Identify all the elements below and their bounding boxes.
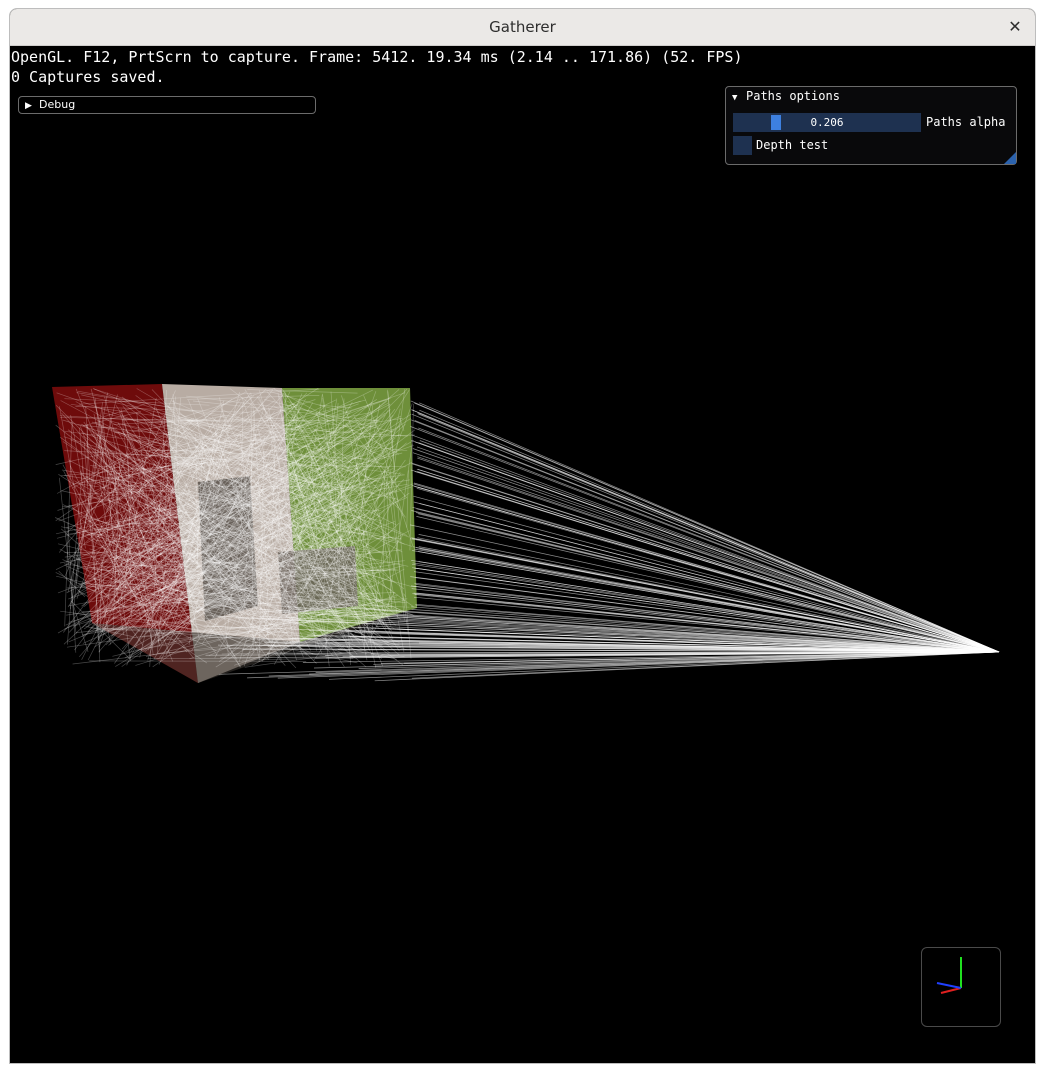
resize-grip[interactable]	[1004, 152, 1016, 164]
light-paths	[54, 387, 1000, 682]
paths-options-header[interactable]: ▼ Paths options	[726, 87, 1016, 106]
depth-test-checkbox[interactable]	[733, 136, 752, 155]
title-bar[interactable]: Gatherer ✕	[10, 9, 1035, 46]
window-title: Gatherer	[489, 18, 556, 36]
hud-captures-info: 0 Captures saved.	[11, 68, 165, 86]
axis-x-line	[940, 987, 962, 994]
axis-gizmo	[921, 947, 1001, 1027]
app-window: Gatherer ✕ OpenGL. F12, PrtScrn to captu…	[9, 8, 1036, 1064]
paths-options-panel: ▼ Paths options 0.206 Paths alpha Depth t…	[725, 86, 1017, 165]
paths-options-title: Paths options	[746, 89, 840, 103]
debug-header[interactable]: ▶ Debug	[18, 96, 316, 114]
hud-frame-info: OpenGL. F12, PrtScrn to capture. Frame: …	[11, 48, 743, 66]
render-viewport[interactable]: OpenGL. F12, PrtScrn to capture. Frame: …	[10, 46, 1035, 1063]
scene-canvas	[52, 384, 1000, 683]
axis-z-line	[936, 982, 962, 989]
triangle-right-icon: ▶	[25, 101, 32, 111]
paths-alpha-label: Paths alpha	[926, 115, 1006, 129]
triangle-down-icon: ▼	[732, 93, 738, 103]
paths-alpha-value: 0.206	[810, 116, 844, 129]
debug-label: Debug	[39, 98, 76, 111]
paths-alpha-slider[interactable]: 0.206	[733, 113, 921, 132]
depth-test-label: Depth test	[756, 138, 829, 152]
close-icon[interactable]: ✕	[1003, 15, 1027, 39]
